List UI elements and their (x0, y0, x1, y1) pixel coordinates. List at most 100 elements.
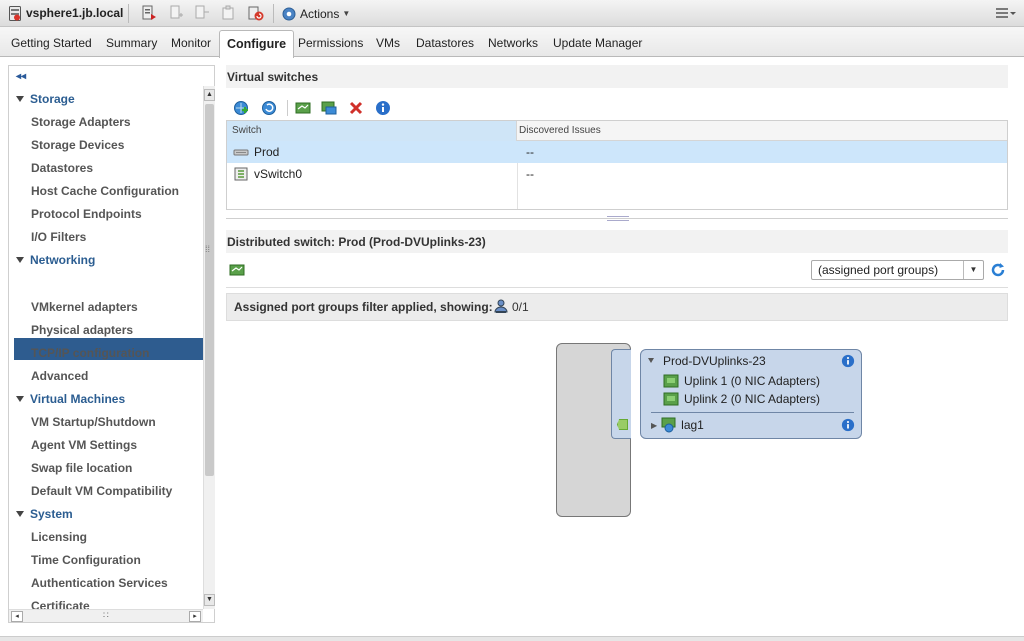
host-connect-icon (195, 5, 209, 19)
chevron-down-icon[interactable]: ▼ (963, 261, 983, 279)
tab-datastores[interactable]: Datastores (416, 36, 474, 50)
host-icon (9, 6, 21, 21)
menu-icon[interactable] (994, 5, 1016, 21)
nav-item-datastores[interactable]: Datastores (31, 161, 93, 175)
nav-item-virtual-switches[interactable]: Virtual switches (31, 277, 122, 291)
tab-update-manager[interactable]: Update Manager (553, 36, 642, 50)
filter-status-text: Assigned port groups filter applied, sho… (234, 300, 493, 314)
splitter-grip-icon[interactable] (607, 216, 629, 221)
actions-label: Actions (300, 6, 340, 21)
collapse-nav-icon[interactable]: ◂◂ (16, 71, 26, 82)
chevron-down-icon: ▼ (342, 9, 351, 18)
nav-item-protocol-endpoints[interactable]: Protocol Endpoints (31, 207, 142, 221)
nav-item-vmkernel-adapters[interactable]: VMkernel adapters (31, 300, 138, 314)
splitter-grip-icon[interactable]: ⁞⁞ (205, 244, 210, 254)
uplink-port-group[interactable]: Prod-DVUplinks-23 Uplink 1 (0 NIC Adapte… (640, 349, 862, 439)
refresh-icon[interactable] (990, 262, 1006, 278)
virtual-switches-table: Switch Discovered Issues Prod -- vSwitch… (226, 120, 1008, 210)
nav-item-io-filters[interactable]: I/O Filters (31, 230, 86, 244)
nav-group-virtual-machines[interactable]: Virtual Machines (16, 392, 125, 406)
nav-item-vm-startup[interactable]: VM Startup/Shutdown (31, 415, 156, 429)
uplink-label: Uplink 1 (0 NIC Adapters) (684, 374, 821, 388)
tab-getting-started[interactable]: Getting Started (11, 36, 92, 50)
distributed-switch-title: Distributed switch: Prod (Prod-DVUplinks… (226, 230, 1008, 253)
nav-horizontal-scrollbar[interactable]: ◂ ∷ ▸ (9, 609, 203, 622)
manage-physical-adapters-icon[interactable] (321, 100, 337, 116)
lag-icon (661, 417, 676, 433)
nav-item-storage-adapters[interactable]: Storage Adapters (31, 115, 131, 129)
filter-count: 0/1 (512, 300, 529, 314)
migrate-adapter-icon[interactable] (295, 100, 311, 116)
actions-menu-button[interactable]: Actions ▼ (281, 3, 350, 24)
toolbar-separator (128, 4, 129, 23)
add-networking-icon[interactable] (233, 100, 249, 116)
host-add-icon[interactable] (141, 5, 157, 21)
uplink-item[interactable]: Uplink 1 (0 NIC Adapters) (663, 374, 820, 388)
column-header-switch[interactable]: Switch (227, 121, 517, 141)
host-reboot-icon[interactable] (248, 5, 264, 21)
scroll-up-icon[interactable]: ▲ (204, 89, 215, 101)
nav-item-swap-file[interactable]: Swap file location (31, 461, 132, 475)
collapse-triangle-icon[interactable] (648, 358, 654, 363)
nav-item-time-config[interactable]: Time Configuration (31, 553, 141, 567)
grip-icon: ∷ (103, 610, 109, 620)
nav-group-storage[interactable]: Storage (16, 92, 75, 106)
nav-item-physical-adapters[interactable]: Physical adapters (31, 323, 133, 337)
divider (226, 287, 1008, 288)
nav-group-system[interactable]: System (16, 507, 73, 521)
uplink-item[interactable]: Uplink 2 (0 NIC Adapters) (663, 392, 820, 406)
nav-item-advanced[interactable]: Advanced (31, 369, 88, 383)
info-icon[interactable] (841, 354, 855, 368)
tab-networks[interactable]: Networks (488, 36, 538, 50)
host-name: vsphere1.jb.local (26, 6, 124, 20)
refresh-network-icon[interactable] (261, 100, 277, 116)
nav-vertical-scrollbar[interactable]: ▲ ▼ (203, 86, 215, 609)
nav-item-host-cache[interactable]: Host Cache Configuration (31, 184, 179, 198)
configure-nav: ◂◂ Storage Storage Adapters Storage Devi… (8, 65, 215, 623)
nav-item-tcpip-config[interactable]: TCP/IP configuration (31, 346, 149, 360)
column-header-issues[interactable]: Discovered Issues (519, 125, 601, 136)
tab-permissions[interactable]: Permissions (298, 36, 363, 50)
info-icon[interactable] (841, 418, 855, 432)
tab-summary[interactable]: Summary (106, 36, 157, 50)
port-group-icon (494, 299, 508, 313)
scroll-left-icon[interactable]: ◂ (11, 611, 23, 622)
status-strip (0, 636, 1024, 641)
gear-icon (282, 7, 296, 20)
remove-icon[interactable] (348, 100, 364, 116)
scroll-right-icon[interactable]: ▸ (189, 611, 201, 622)
nav-item-default-vm-compat[interactable]: Default VM Compatibility (31, 484, 172, 498)
tab-monitor[interactable]: Monitor (171, 36, 211, 50)
lag-item[interactable]: ▶ lag1 (651, 417, 704, 433)
uplink-icon (663, 392, 679, 406)
tab-configure[interactable]: Configure (219, 30, 295, 58)
port-group-filter-select[interactable]: (assigned port groups) ▼ (811, 260, 984, 280)
switch-name: vSwitch0 (254, 167, 303, 181)
toolbar-separator (273, 4, 274, 23)
scroll-thumb[interactable] (205, 104, 214, 476)
nav-item-auth-services[interactable]: Authentication Services (31, 576, 168, 590)
divider (651, 412, 854, 413)
switch-issues: -- (526, 167, 534, 181)
nav-group-networking[interactable]: Networking (16, 253, 95, 267)
uplink-label: Uplink 2 (0 NIC Adapters) (684, 392, 821, 406)
distributed-switch-icon (233, 149, 249, 156)
info-icon[interactable] (375, 100, 391, 116)
scroll-down-icon[interactable]: ▼ (204, 594, 215, 606)
filter-status-bar: Assigned port groups filter applied, sho… (226, 293, 1008, 321)
expand-triangle-icon[interactable]: ▶ (651, 421, 657, 430)
host-maintenance-icon (222, 5, 234, 20)
table-row[interactable]: Prod -- (227, 141, 1007, 163)
virtual-switches-title: Virtual switches (226, 65, 1008, 88)
tab-vms[interactable]: VMs (376, 36, 400, 50)
nav-item-licensing[interactable]: Licensing (31, 530, 87, 544)
nav-item-storage-devices[interactable]: Storage Devices (31, 138, 124, 152)
lag-label: lag1 (681, 418, 704, 432)
table-row[interactable]: vSwitch0 -- (227, 163, 1007, 185)
host-disabled-icon (170, 5, 183, 19)
toolbar-separator (287, 100, 288, 116)
tab-bar: Getting Started Summary Monitor Configur… (0, 27, 1024, 58)
switch-issues: -- (526, 145, 534, 159)
nav-item-agent-vm[interactable]: Agent VM Settings (31, 438, 137, 452)
migrate-adapter-icon[interactable] (229, 262, 245, 278)
